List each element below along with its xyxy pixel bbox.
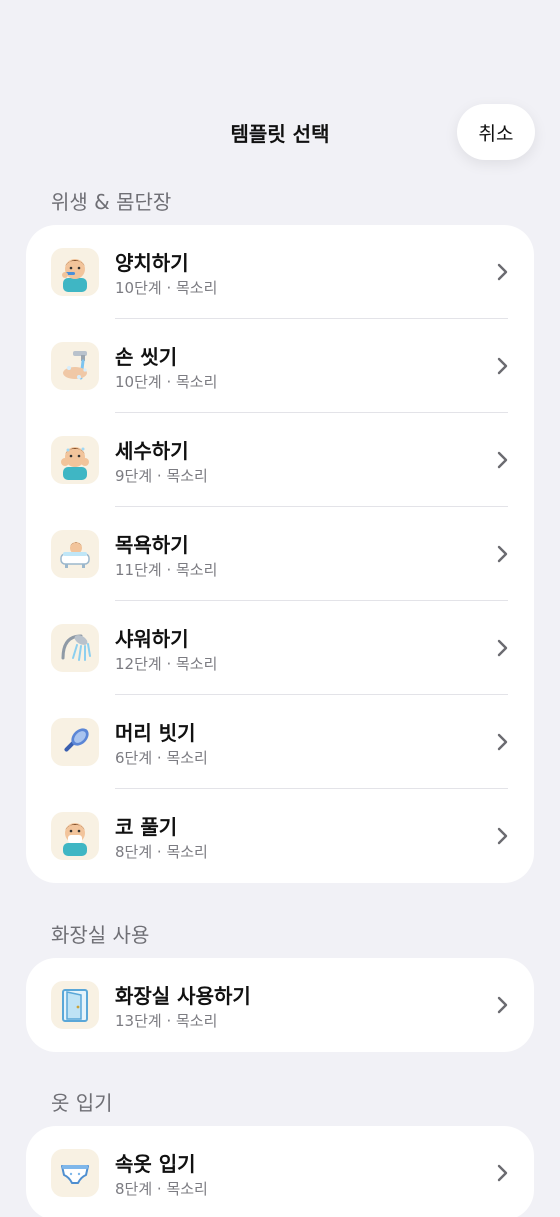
template-row-wash-hands[interactable]: 손 씻기 10단계 · 목소리 bbox=[26, 319, 534, 413]
hand-washing-icon bbox=[51, 342, 99, 390]
template-meta: 6단계 · 목소리 bbox=[115, 749, 208, 767]
template-name: 머리 빗기 bbox=[115, 721, 196, 745]
template-name: 화장실 사용하기 bbox=[115, 984, 251, 1008]
section-title-dressing: 옷 입기 bbox=[51, 1091, 113, 1115]
template-name: 양치하기 bbox=[115, 251, 189, 275]
chevron-right-icon bbox=[497, 545, 508, 563]
chevron-right-icon bbox=[497, 639, 508, 657]
shower-head-icon bbox=[51, 624, 99, 672]
section-title-toilet: 화장실 사용 bbox=[51, 923, 150, 947]
chevron-right-icon bbox=[497, 827, 508, 845]
bathroom-door-icon bbox=[51, 981, 99, 1029]
template-meta: 9단계 · 목소리 bbox=[115, 467, 208, 485]
template-name: 코 풀기 bbox=[115, 815, 178, 839]
underwear-icon bbox=[51, 1149, 99, 1197]
chevron-right-icon bbox=[497, 996, 508, 1014]
template-meta: 13단계 · 목소리 bbox=[115, 1012, 218, 1030]
template-row-bath[interactable]: 목욕하기 11단계 · 목소리 bbox=[26, 507, 534, 601]
child-washing-face-icon bbox=[51, 436, 99, 484]
section-card-toilet: 화장실 사용하기 13단계 · 목소리 bbox=[26, 958, 534, 1052]
template-meta: 11단계 · 목소리 bbox=[115, 561, 218, 579]
template-row-blow-nose[interactable]: 코 풀기 8단계 · 목소리 bbox=[26, 789, 534, 883]
section-card-dressing: 속옷 입기 8단계 · 목소리 bbox=[26, 1126, 534, 1217]
chevron-right-icon bbox=[497, 357, 508, 375]
child-brushing-teeth-icon bbox=[51, 248, 99, 296]
template-name: 목욕하기 bbox=[115, 533, 189, 557]
template-row-use-toilet[interactable]: 화장실 사용하기 13단계 · 목소리 bbox=[26, 958, 534, 1052]
template-meta: 8단계 · 목소리 bbox=[115, 843, 208, 861]
template-row-wash-face[interactable]: 세수하기 9단계 · 목소리 bbox=[26, 413, 534, 507]
template-name: 손 씻기 bbox=[115, 345, 178, 369]
chevron-right-icon bbox=[497, 263, 508, 281]
template-name: 세수하기 bbox=[115, 439, 189, 463]
section-title-hygiene: 위생 & 몸단장 bbox=[51, 190, 172, 214]
section-card-hygiene: 양치하기 10단계 · 목소리 손 씻기 10단계 · 목소리 세수하기 9단계… bbox=[26, 225, 534, 883]
header: 템플릿 선택 취소 bbox=[0, 100, 560, 164]
template-select-screen: 템플릿 선택 취소 위생 & 몸단장 양치하기 10단계 · 목소리 손 씻기 … bbox=[0, 0, 560, 1217]
chevron-right-icon bbox=[497, 1164, 508, 1182]
template-row-put-on-underwear[interactable]: 속옷 입기 8단계 · 목소리 bbox=[26, 1126, 534, 1217]
template-meta: 12단계 · 목소리 bbox=[115, 655, 218, 673]
template-row-shower[interactable]: 샤워하기 12단계 · 목소리 bbox=[26, 601, 534, 695]
hairbrush-icon bbox=[51, 718, 99, 766]
template-name: 속옷 입기 bbox=[115, 1152, 196, 1176]
template-meta: 10단계 · 목소리 bbox=[115, 373, 218, 391]
template-name: 샤워하기 bbox=[115, 627, 189, 651]
child-blowing-nose-icon bbox=[51, 812, 99, 860]
template-row-brush-teeth[interactable]: 양치하기 10단계 · 목소리 bbox=[26, 225, 534, 319]
bathtub-icon bbox=[51, 530, 99, 578]
chevron-right-icon bbox=[497, 451, 508, 469]
chevron-right-icon bbox=[497, 733, 508, 751]
cancel-button[interactable]: 취소 bbox=[457, 104, 535, 160]
template-meta: 10단계 · 목소리 bbox=[115, 279, 218, 297]
template-row-comb-hair[interactable]: 머리 빗기 6단계 · 목소리 bbox=[26, 695, 534, 789]
template-meta: 8단계 · 목소리 bbox=[115, 1180, 208, 1198]
